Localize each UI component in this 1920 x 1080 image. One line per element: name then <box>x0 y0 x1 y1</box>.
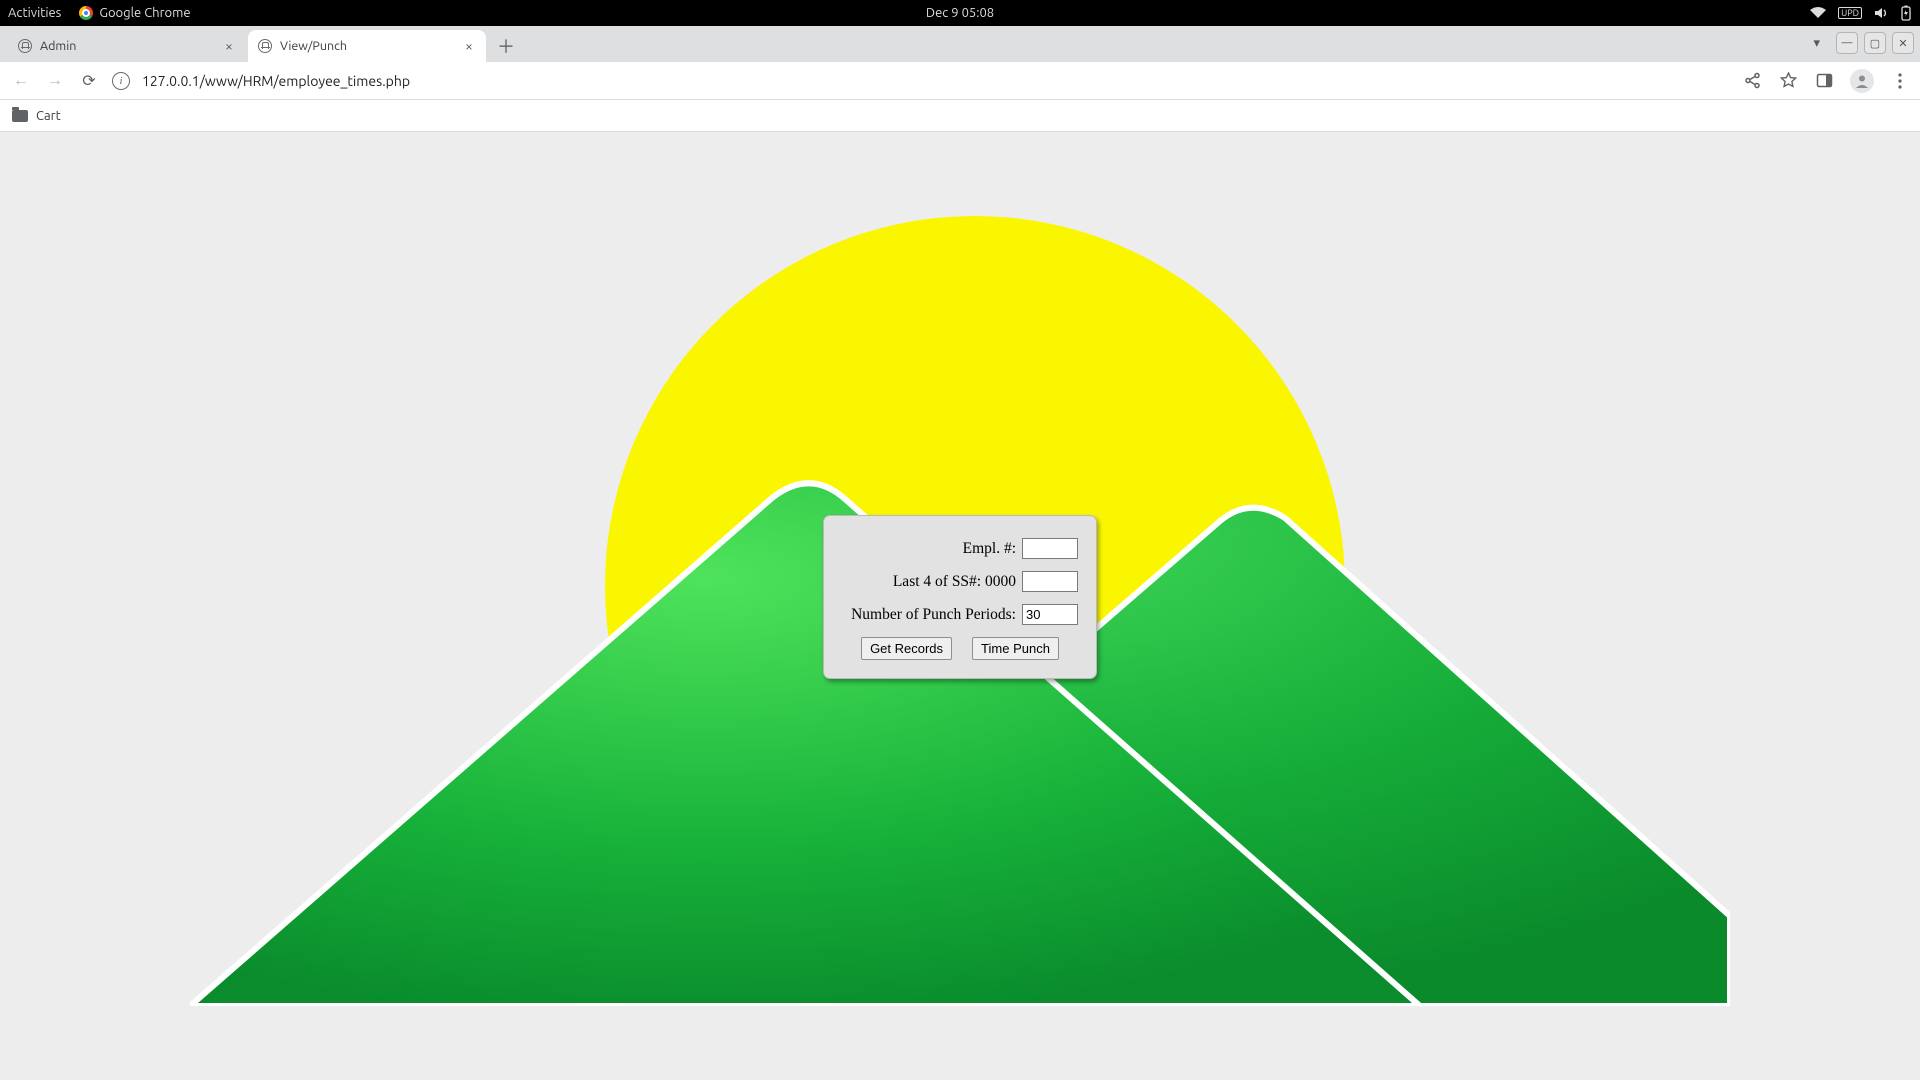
window-close-button[interactable]: ✕ <box>1892 32 1914 54</box>
browser-toolbar: ← → ⟳ i 127.0.0.1/www/HRM/employee_times… <box>0 62 1920 100</box>
chrome-icon <box>79 6 93 20</box>
active-app-name: Google Chrome <box>99 6 190 20</box>
employee-number-input[interactable] <box>1022 538 1078 559</box>
kebab-menu-icon[interactable] <box>1890 71 1910 91</box>
profile-avatar[interactable] <box>1850 69 1874 93</box>
share-icon[interactable] <box>1742 71 1762 91</box>
time-punch-button[interactable]: Time Punch <box>972 637 1059 660</box>
address-bar[interactable]: 127.0.0.1/www/HRM/employee_times.php <box>142 73 1730 89</box>
bookmark-star-icon[interactable] <box>1778 71 1798 91</box>
wifi-icon[interactable] <box>1810 7 1826 19</box>
employee-times-form: Empl. #: Last 4 of SS#: 0000 Number of P… <box>823 515 1097 679</box>
clock[interactable]: Dec 9 05:08 <box>926 6 994 20</box>
folder-icon <box>12 110 28 122</box>
bookmark-cart[interactable]: Cart <box>36 109 61 123</box>
tab-title: Admin <box>40 39 214 53</box>
battery-icon[interactable] <box>1900 5 1912 21</box>
last4-ss-input[interactable] <box>1022 571 1078 592</box>
globe-icon <box>18 39 32 53</box>
employee-number-label: Empl. #: <box>963 540 1016 558</box>
get-records-button[interactable]: Get Records <box>861 637 952 660</box>
tab-view-punch[interactable]: View/Punch × <box>248 30 486 62</box>
back-button[interactable]: ← <box>10 70 32 92</box>
punch-periods-input[interactable] <box>1022 604 1078 625</box>
system-menubar: Activities Google Chrome Dec 9 05:08 UPD <box>0 0 1920 26</box>
new-tab-button[interactable]: ＋ <box>492 32 520 60</box>
tab-title: View/Punch <box>280 39 454 53</box>
side-panel-icon[interactable] <box>1814 71 1834 91</box>
tab-close-icon[interactable]: × <box>462 39 476 53</box>
tab-admin[interactable]: Admin × <box>8 30 246 62</box>
reload-button[interactable]: ⟳ <box>78 70 100 92</box>
tab-close-icon[interactable]: × <box>222 39 236 53</box>
last4-ss-label: Last 4 of SS#: 0000 <box>893 573 1016 591</box>
forward-button[interactable]: → <box>44 70 66 92</box>
window-minimize-button[interactable]: — <box>1836 32 1858 54</box>
tab-search-button[interactable]: ▾ <box>1813 36 1820 51</box>
punch-periods-label: Number of Punch Periods: <box>851 606 1016 624</box>
site-info-icon[interactable]: i <box>112 72 130 90</box>
page-content: Empl. #: Last 4 of SS#: 0000 Number of P… <box>0 132 1920 1080</box>
bookmarks-bar: Cart <box>0 100 1920 132</box>
active-app-indicator[interactable]: Google Chrome <box>79 6 190 20</box>
globe-icon <box>258 39 272 53</box>
window-maximize-button[interactable]: ▢ <box>1864 32 1886 54</box>
browser-tab-strip: Admin × View/Punch × ＋ ▾ — ▢ ✕ <box>0 26 1920 62</box>
volume-icon[interactable] <box>1874 6 1888 20</box>
activities-button[interactable]: Activities <box>8 6 61 20</box>
vpn-icon[interactable]: UPD <box>1838 7 1862 19</box>
